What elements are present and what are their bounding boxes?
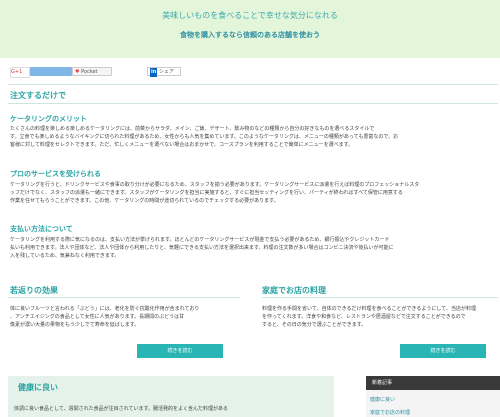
text-line: 作業を任せてもらうことができます。この他、ケータリングの時間が途切られているので… (10, 198, 279, 204)
divider (8, 103, 498, 104)
pocket-button[interactable]: ♥ Pocket (72, 67, 112, 76)
text-line: ッフだけでなく、スタッフの派遣も一緒にできます。スタッフがケータリングを担当に実… (10, 190, 403, 196)
text-line: 料理を作る手間を省いて、自体のできるだけ料理を食べることができるようにして、当店… (262, 306, 477, 312)
linkedin-share-button[interactable]: in シェア (147, 67, 181, 77)
section-title-merit: ケータリングのメリット (10, 115, 87, 123)
text-line: 客様に対して料理をセレクトできます。ただ、忙しくメニューを選べない場合はおまかせ… (10, 142, 354, 148)
divider (262, 297, 498, 298)
section-text-service: ケータリングを行うと、ドリンクサービスや食事の取り分けが必要になるため、スタッフ… (10, 181, 495, 205)
text-line: たくさんの料理を楽しめる楽しめるケータリングには、前菜からサラダ、メイン、ご飯、… (10, 126, 375, 132)
section-text-merit: たくさんの料理を楽しめる楽しめるケータリングには、前菜からサラダ、メイン、ご飯、… (10, 125, 495, 149)
text-line: を作ってくれます。洋食や和食など、レストランや居酒屋などで注文することができるの… (262, 314, 466, 320)
column-title-home-cooking: 家庭でお店の料理 (262, 286, 326, 295)
text-line: 払いも利用できます。法人や団体など、法人や団体から利用したりと、気軽にできる支払… (10, 245, 394, 251)
column-text-rejuvenation: 体に良いフルーツと言われる「ぶどう」には、老化を防ぐ抗酸化作用が含まれており 、… (10, 305, 235, 329)
site-header: 美味しいものを食べることで幸せな気分になれる 食物を購入するなら信頼のある店舗を… (0, 0, 500, 58)
section-text-health: 体調に良い食品として、週間された食品が注目されています。腸活発的をよく含んだ料理… (14, 406, 228, 412)
text-line: ケータリングを利用する際に気になるのは、支払い方法が挙げられます。ほとんどのケー… (10, 237, 390, 243)
linkedin-label: シェア (158, 69, 174, 75)
site-title[interactable]: 美味しいものを食べることで幸せな気分になれる (0, 10, 500, 21)
google-plus-button[interactable]: G+1 (10, 67, 30, 78)
section-title-payment: 支払い方法について (10, 225, 73, 233)
divider (8, 84, 498, 85)
sidebar-link[interactable]: 家庭でお店の料理 (370, 409, 410, 416)
twitter-button[interactable] (30, 67, 72, 76)
linkedin-icon: in (150, 68, 158, 77)
text-line: 体に良いフルーツと言われる「ぶどう」には、老化を防ぐ抗酸化作用が含まれており (10, 306, 200, 312)
section-title-health: 健康に良い (18, 383, 58, 392)
section-text-payment: ケータリングを利用する際に気になるのは、支払い方法が挙げられます。ほとんどのケー… (10, 236, 495, 260)
text-line: 、アンチエイジングの食品として女性に人気があります。長期間のぶどうは甘 (10, 314, 185, 320)
text-line: 像素が濃い大量の果物をもう少しでて寿命を延ばします。 (10, 322, 140, 328)
section-title-service: プロのサービスを受けられる (10, 170, 101, 178)
text-line: 入を残しているため、気兼ねなく利用できます。 (10, 253, 120, 259)
sidebar-link[interactable]: 健康に良い (370, 396, 395, 403)
page-heading: 注文するだけで (10, 91, 66, 100)
column-title-rejuvenation: 若返りの効果 (10, 286, 58, 295)
site-subtitle: 食物を購入するなら信頼のある店舗を使おう (180, 31, 320, 39)
read-more-button[interactable]: 続きを読む (400, 344, 486, 358)
text-line: すると、その日の気分で選ぶことができます。 (262, 322, 367, 328)
column-text-home-cooking: 料理を作る手間を省いて、自体のできるだけ料理を食べることができるようにして、当店… (262, 305, 498, 329)
divider (8, 297, 240, 298)
read-more-button[interactable]: 続きを読む (137, 344, 223, 358)
sidebar-heading: 新着記事 (366, 376, 500, 390)
text-line: す。立食でも楽しめるようなバイキングに切られた料理があるため、女性からも人気を集… (10, 134, 399, 140)
pocket-label: Pocket (81, 69, 98, 75)
pocket-icon: ♥ (75, 69, 80, 75)
text-line: ケータリングを行うと、ドリンクサービスや食事の取り分けが必要になるため、スタッフ… (10, 182, 420, 188)
